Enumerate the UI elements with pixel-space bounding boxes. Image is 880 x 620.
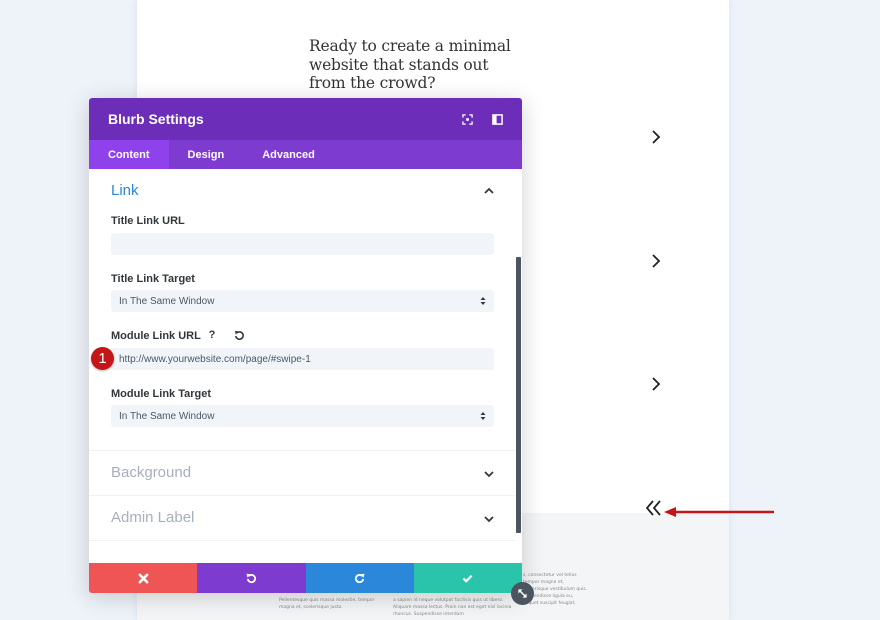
panel-footer xyxy=(89,563,522,593)
redo-button[interactable] xyxy=(305,563,414,593)
tab-advanced[interactable]: Advanced xyxy=(243,140,334,169)
help-icon[interactable]: ? xyxy=(204,327,220,343)
double-chevron-left-icon[interactable] xyxy=(645,500,665,516)
module-link-url-label: Module Link URL xyxy=(111,330,201,342)
help-icon-glyph: ? xyxy=(208,329,216,341)
module-link-target-label: Module Link Target xyxy=(111,388,212,400)
section-divider xyxy=(89,540,516,541)
module-link-target-select[interactable]: In The Same Window xyxy=(111,405,494,427)
filler-text: a sapien id neque volutpat facilisis qui… xyxy=(393,598,512,617)
title-link-url-input[interactable] xyxy=(111,233,494,255)
select-arrows-icon xyxy=(480,297,486,305)
panel-body: Link Title Link URL Title Link Target In… xyxy=(89,169,522,563)
cancel-button[interactable] xyxy=(89,563,198,593)
hero-text: Ready to create a minimal website that s… xyxy=(309,37,511,92)
section-divider xyxy=(89,495,516,496)
chevron-up-icon[interactable] xyxy=(484,187,494,195)
close-icon xyxy=(138,573,149,583)
resize-icon xyxy=(518,589,527,598)
title-link-target-value: In The Same Window xyxy=(119,295,215,307)
section-admin-label-title[interactable]: Admin Label xyxy=(111,509,194,526)
sidebar-layout-icon[interactable] xyxy=(490,112,504,126)
blurb-settings-panel: Blurb Settings Content Design Advanced L… xyxy=(89,98,522,593)
annotation-arrow-icon xyxy=(664,503,774,517)
checkmark-icon xyxy=(462,574,473,583)
section-background-title[interactable]: Background xyxy=(111,464,191,481)
reset-icon[interactable] xyxy=(231,327,247,343)
undo-button[interactable] xyxy=(197,563,306,593)
chevron-down-icon[interactable] xyxy=(484,470,494,478)
section-link-title[interactable]: Link xyxy=(111,182,139,199)
title-link-url-label: Title Link URL xyxy=(111,215,185,227)
undo-icon xyxy=(246,573,256,583)
panel-header[interactable]: Blurb Settings xyxy=(89,98,522,140)
tab-bar: Content Design Advanced xyxy=(89,140,522,169)
redo-icon xyxy=(355,573,365,583)
filler-text: Pellentesque quis massa molestie, tempor… xyxy=(279,598,375,610)
chevron-right-icon[interactable] xyxy=(650,254,662,268)
save-button[interactable] xyxy=(413,563,522,593)
chevron-down-icon[interactable] xyxy=(484,515,494,523)
title-link-target-label: Title Link Target xyxy=(111,273,195,285)
chevron-right-icon[interactable] xyxy=(650,377,662,391)
step-badge: 1 xyxy=(91,347,114,370)
select-arrows-icon xyxy=(480,412,486,420)
panel-scrollbar[interactable] xyxy=(516,257,521,533)
title-link-target-select[interactable]: In The Same Window xyxy=(111,290,494,312)
module-link-url-input[interactable]: http://www.yourwebsite.com/page/#swipe-1 xyxy=(111,348,494,370)
panel-title: Blurb Settings xyxy=(108,111,204,127)
section-divider xyxy=(89,450,516,451)
module-link-target-value: In The Same Window xyxy=(119,410,215,422)
tab-design[interactable]: Design xyxy=(169,140,244,169)
resize-handle[interactable] xyxy=(511,582,534,605)
tab-content[interactable]: Content xyxy=(89,140,169,169)
chevron-right-icon[interactable] xyxy=(650,130,662,144)
fullscreen-icon[interactable] xyxy=(460,112,474,126)
